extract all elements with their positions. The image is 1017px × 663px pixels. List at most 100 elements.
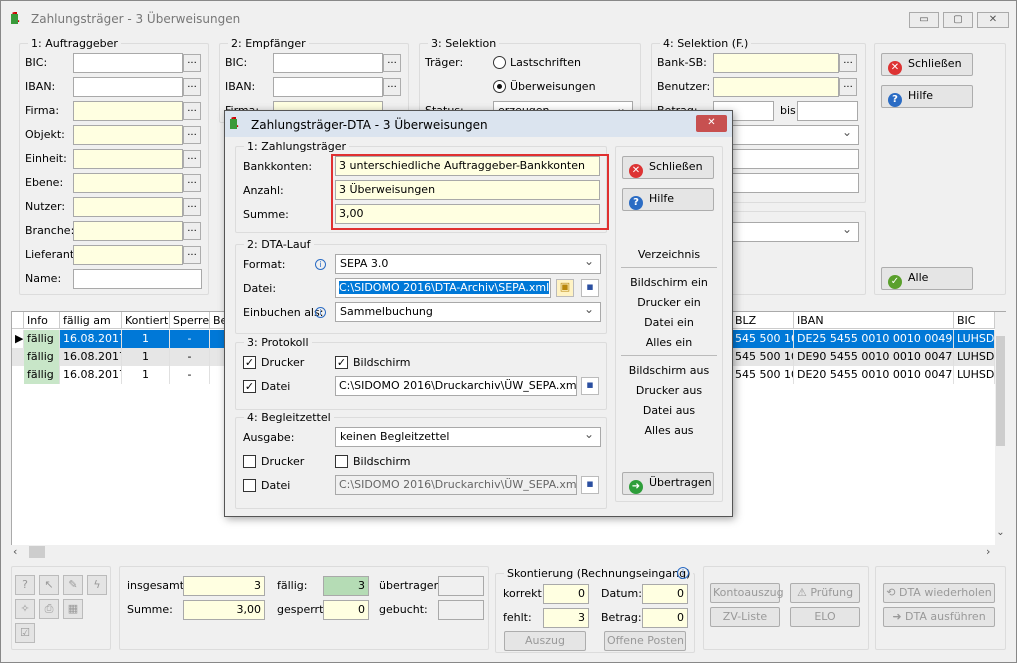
vertical-scrollbar[interactable]: ⌄ bbox=[995, 312, 1006, 545]
pruefung-button[interactable]: ⚠ Prüfung bbox=[790, 583, 860, 603]
save-icon[interactable]: ▪ bbox=[581, 279, 599, 297]
datei-ein-link[interactable]: Datei ein bbox=[624, 316, 714, 329]
empf-bic-input[interactable] bbox=[273, 53, 383, 73]
lieferant-lookup-button[interactable]: ... bbox=[183, 246, 201, 264]
grid-header-blz[interactable]: BLZ bbox=[732, 312, 794, 329]
auszug-button[interactable]: Auszug bbox=[504, 631, 586, 651]
begleit-save-icon[interactable]: ▪ bbox=[581, 476, 599, 494]
pen-tool-icon[interactable]: ✎ bbox=[63, 575, 83, 595]
grid-tool-icon[interactable]: ▦ bbox=[63, 599, 83, 619]
ueberweisungen-radio[interactable] bbox=[493, 80, 506, 93]
alles-ein-link[interactable]: Alles ein bbox=[624, 336, 714, 349]
dta-ausfuehren-button[interactable]: ➜ DTA ausführen bbox=[883, 607, 995, 627]
firma-input[interactable] bbox=[73, 101, 183, 121]
zv-liste-button[interactable]: ZV-Liste bbox=[710, 607, 780, 627]
einheit-lookup-button[interactable]: ... bbox=[183, 150, 201, 168]
ausgabe-select[interactable]: keinen Begleitzettel bbox=[335, 427, 601, 447]
elo-button[interactable]: ELO bbox=[790, 607, 860, 627]
dialog-help-button[interactable]: ? Hilfe bbox=[622, 188, 714, 211]
datei-input[interactable]: C:\SIDOMO 2016\DTA-Archiv\SEPA.xml bbox=[335, 278, 551, 298]
dta-wiederholen-button[interactable]: ⟲ DTA wiederholen bbox=[883, 583, 995, 603]
branche-input[interactable] bbox=[73, 221, 183, 241]
ebene-lookup-button[interactable]: ... bbox=[183, 174, 201, 192]
selektion-f-select-1[interactable] bbox=[713, 125, 859, 145]
lastschriften-radio[interactable] bbox=[493, 56, 506, 69]
selektion-f-input-1[interactable] bbox=[713, 149, 859, 169]
grid-header-sperre[interactable]: Sperre bbox=[170, 312, 210, 329]
grid-header-kontiert[interactable]: Kontiert bbox=[122, 312, 170, 329]
bic-input[interactable] bbox=[73, 53, 183, 73]
begleit-bildschirm-checkbox[interactable] bbox=[335, 455, 348, 468]
bildschirm-ein-link[interactable]: Bildschirm ein bbox=[624, 276, 714, 289]
scroll-down-icon[interactable]: ⌄ bbox=[995, 527, 1006, 538]
uebertragen-button[interactable]: ➜ Übertragen bbox=[622, 472, 714, 495]
branche-lookup-button[interactable]: ... bbox=[183, 222, 201, 240]
datei-aus-link[interactable]: Datei aus bbox=[624, 404, 714, 417]
offene-posten-button[interactable]: Offene Posten bbox=[604, 631, 686, 651]
maximize-button[interactable]: ▢ bbox=[943, 12, 973, 28]
main-close-button[interactable]: ✕ Schließen bbox=[881, 53, 973, 76]
begleit-datei-checkbox[interactable] bbox=[243, 479, 256, 492]
firma-lookup-button[interactable]: ... bbox=[183, 102, 201, 120]
empf-bic-lookup-button[interactable]: ... bbox=[383, 54, 401, 72]
dialog-close-btn[interactable]: ✕ Schließen bbox=[622, 156, 714, 179]
wand-tool-icon[interactable]: ✧ bbox=[15, 599, 35, 619]
bank-sb-lookup-button[interactable]: ... bbox=[839, 54, 857, 72]
protokoll-datei-checkbox[interactable]: ✓ bbox=[243, 380, 256, 393]
grid-header-bic[interactable]: BIC bbox=[954, 312, 995, 329]
pointer-tool-icon[interactable]: ↖ bbox=[39, 575, 59, 595]
drucker-aus-link[interactable]: Drucker aus bbox=[624, 384, 714, 397]
selektion-f-select-2[interactable] bbox=[713, 222, 859, 242]
protokoll-datei-input[interactable]: C:\SIDOMO 2016\Druckarchiv\ÜW_SEPA.xml_F bbox=[335, 376, 577, 396]
bic-lookup-button[interactable]: ... bbox=[183, 54, 201, 72]
iban-lookup-button[interactable]: ... bbox=[183, 78, 201, 96]
horizontal-scrollbar[interactable]: ‹ › bbox=[11, 545, 1006, 559]
check-tool-icon[interactable]: ☑ bbox=[15, 623, 35, 643]
einbuchen-select[interactable]: Sammelbuchung bbox=[335, 302, 601, 322]
print-tool-icon[interactable]: ⎙ bbox=[39, 599, 59, 619]
objekt-lookup-button[interactable]: ... bbox=[183, 126, 201, 144]
empf-iban-input[interactable] bbox=[273, 77, 383, 97]
close-button[interactable]: ✕ bbox=[977, 12, 1009, 28]
scroll-left-icon[interactable]: ‹ bbox=[13, 545, 17, 558]
einbuchen-info-icon[interactable]: i bbox=[315, 307, 326, 318]
selektion-f-input-2[interactable] bbox=[713, 173, 859, 193]
grid-header-faellig-am[interactable]: fällig am bbox=[60, 312, 122, 329]
iban-input[interactable] bbox=[73, 77, 183, 97]
main-help-button[interactable]: ? Hilfe bbox=[881, 85, 973, 108]
minimize-button[interactable]: ▭ bbox=[909, 12, 939, 28]
begleit-drucker-checkbox[interactable] bbox=[243, 455, 256, 468]
protokoll-save-icon[interactable]: ▪ bbox=[581, 377, 599, 395]
bildschirm-aus-link[interactable]: Bildschirm aus bbox=[624, 364, 714, 377]
drucker-ein-link[interactable]: Drucker ein bbox=[624, 296, 714, 309]
info-icon[interactable]: i bbox=[677, 567, 689, 579]
begleit-datei-input[interactable]: C:\SIDOMO 2016\Druckarchiv\ÜW_SEPA.xml_E bbox=[335, 475, 577, 495]
verzeichnis-link[interactable]: Verzeichnis bbox=[624, 248, 714, 261]
nutzer-input[interactable] bbox=[73, 197, 183, 217]
objekt-input[interactable] bbox=[73, 125, 183, 145]
bank-sb-input[interactable] bbox=[713, 53, 839, 73]
protokoll-drucker-checkbox[interactable]: ✓ bbox=[243, 356, 256, 369]
alle-button[interactable]: ✓ Alle bbox=[881, 267, 973, 290]
empf-iban-lookup-button[interactable]: ... bbox=[383, 78, 401, 96]
betrag-to-input[interactable] bbox=[797, 101, 858, 121]
dialog-close-button[interactable]: ✕ bbox=[696, 115, 727, 132]
help-tool-icon[interactable]: ? bbox=[15, 575, 35, 595]
vertical-scroll-thumb[interactable] bbox=[996, 336, 1005, 446]
flash-tool-icon[interactable]: ϟ bbox=[87, 575, 107, 595]
grid-header-info[interactable]: Info bbox=[24, 312, 60, 329]
ebene-input[interactable] bbox=[73, 173, 183, 193]
nutzer-lookup-button[interactable]: ... bbox=[183, 198, 201, 216]
scroll-right-icon[interactable]: › bbox=[986, 545, 990, 558]
benutzer-input[interactable] bbox=[713, 77, 839, 97]
horizontal-scroll-thumb[interactable] bbox=[29, 546, 45, 558]
kontoauszug-button[interactable]: Kontoauszug bbox=[710, 583, 784, 603]
einheit-input[interactable] bbox=[73, 149, 183, 169]
folder-icon[interactable]: ▣ bbox=[556, 279, 574, 297]
format-select[interactable]: SEPA 3.0 bbox=[335, 254, 601, 274]
format-info-icon[interactable]: i bbox=[315, 259, 326, 270]
benutzer-lookup-button[interactable]: ... bbox=[839, 78, 857, 96]
protokoll-bildschirm-checkbox[interactable]: ✓ bbox=[335, 356, 348, 369]
alles-aus-link[interactable]: Alles aus bbox=[624, 424, 714, 437]
name-input[interactable] bbox=[73, 269, 202, 289]
